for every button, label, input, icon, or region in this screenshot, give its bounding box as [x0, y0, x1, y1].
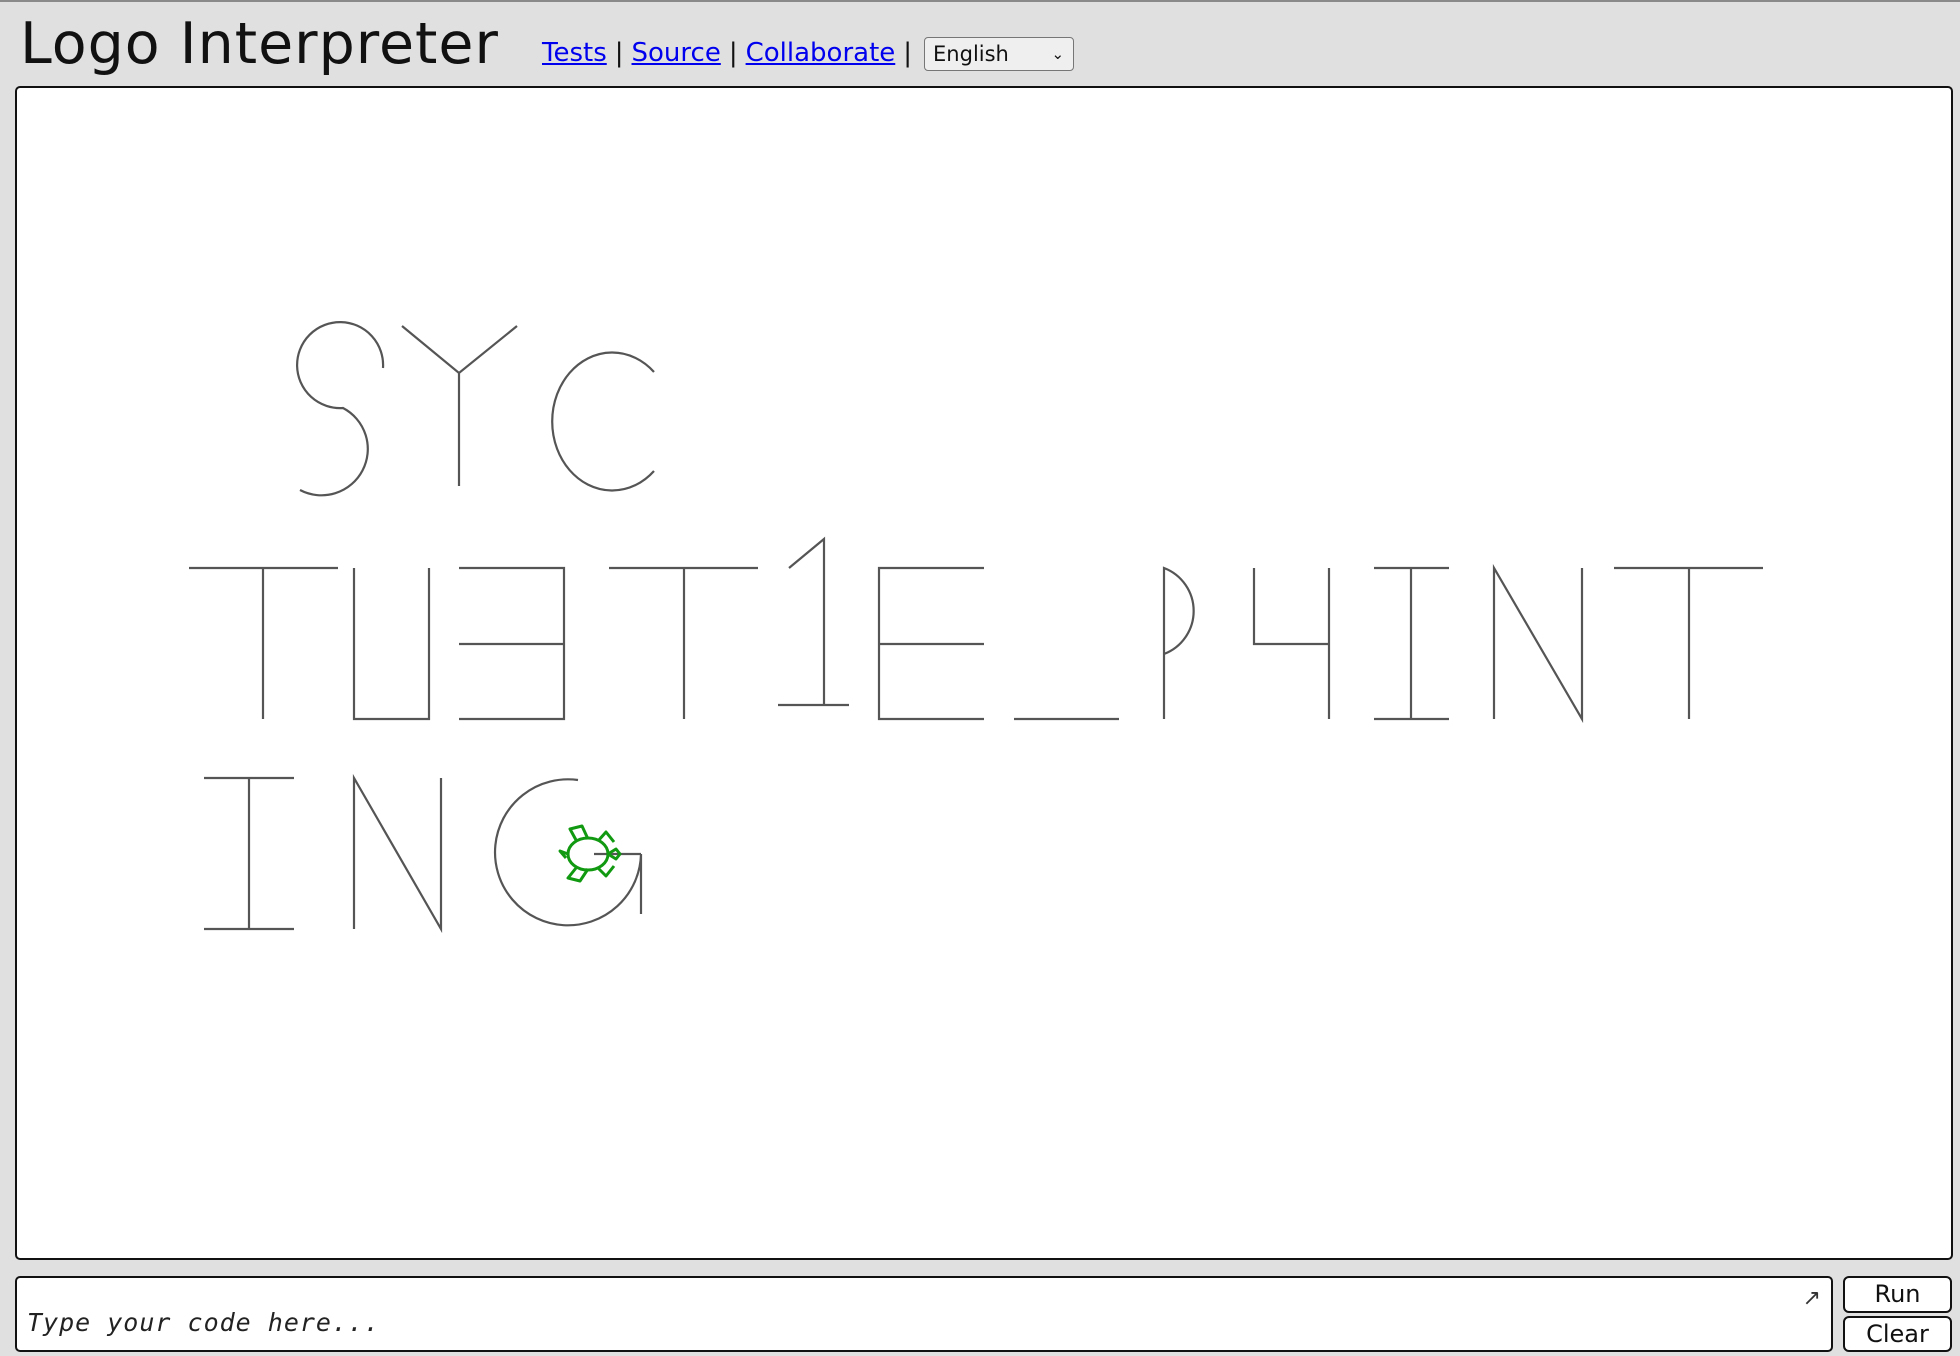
- drawn-stroke: [1252, 568, 1331, 719]
- drawn-stroke: [1374, 566, 1449, 721]
- turtle-icon: [558, 824, 622, 883]
- clear-button[interactable]: Clear: [1843, 1316, 1952, 1352]
- drawn-stroke: [352, 773, 443, 934]
- header: Logo Interpreter Tests | Source | Collaborat…: [0, 2, 1960, 86]
- collaborate-link[interactable]: Collaborate: [746, 38, 896, 68]
- app-title: Logo Interpreter: [20, 11, 499, 77]
- nav-separator: |: [903, 38, 913, 68]
- code-editor[interactable]: Type your code here... ↗: [15, 1276, 1833, 1352]
- run-button[interactable]: Run: [1843, 1276, 1952, 1313]
- drawn-stroke: [551, 351, 655, 492]
- drawn-stroke: [1492, 563, 1584, 724]
- drawn-stroke: [609, 566, 758, 719]
- chevron-down-icon: ⌄: [1051, 44, 1065, 63]
- nav-links: Tests | Source | Collaborate | English ⌄: [542, 36, 1075, 71]
- tests-link[interactable]: Tests: [542, 38, 607, 68]
- drawn-stroke: [296, 321, 385, 497]
- turtle-drawing: [189, 321, 1763, 934]
- drawn-stroke: [401, 325, 518, 486]
- drawn-stroke: [1614, 566, 1763, 719]
- drawn-stroke: [189, 566, 338, 719]
- language-select[interactable]: English ⌄: [924, 36, 1075, 71]
- drawn-stroke: [459, 566, 566, 721]
- code-input[interactable]: Type your code here...: [27, 1308, 380, 1337]
- nav-separator: |: [728, 38, 738, 68]
- drawn-stroke: [352, 568, 431, 721]
- drawing-canvas[interactable]: [15, 86, 1953, 1260]
- source-link[interactable]: Source: [632, 38, 721, 68]
- language-select-value: English: [933, 41, 1009, 66]
- nav-separator: |: [614, 38, 624, 68]
- drawn-stroke: [1162, 566, 1195, 719]
- drawn-stroke: [877, 566, 984, 721]
- drawn-stroke: [204, 776, 294, 931]
- expand-icon[interactable]: ↗: [1803, 1286, 1821, 1311]
- drawn-stroke: [778, 536, 849, 707]
